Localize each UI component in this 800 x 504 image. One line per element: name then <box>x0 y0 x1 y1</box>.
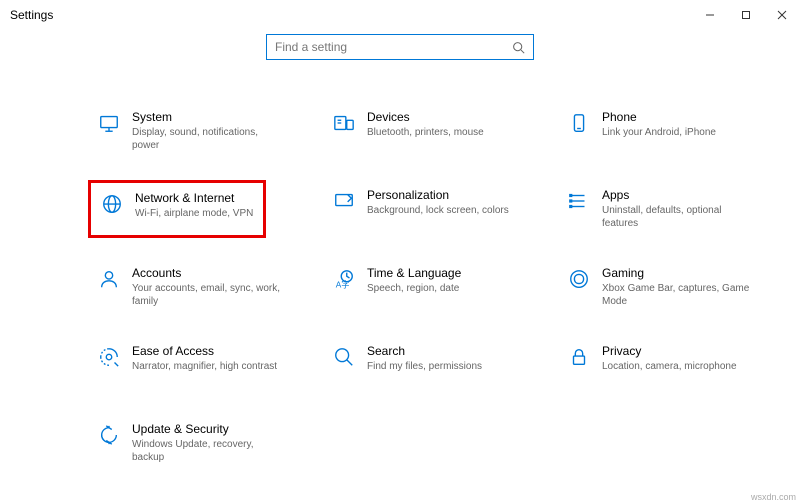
tile-desc: Link your Android, iPhone <box>602 126 716 139</box>
update-security-icon <box>96 422 122 464</box>
tile-desc: Windows Update, recovery, backup <box>132 438 282 464</box>
apps-icon <box>566 188 592 230</box>
tile-desc: Uninstall, defaults, optional features <box>602 204 752 230</box>
tile-system[interactable]: System Display, sound, notifications, po… <box>96 102 331 160</box>
tile-title: Privacy <box>602 344 737 358</box>
tile-desc: Wi-Fi, airplane mode, VPN <box>135 207 253 220</box>
globe-icon <box>99 191 125 227</box>
tile-search[interactable]: Search Find my files, permissions <box>331 336 566 394</box>
tile-title: Personalization <box>367 188 509 202</box>
svg-text:A字: A字 <box>336 279 350 289</box>
close-button[interactable] <box>764 0 800 30</box>
titlebar: Settings <box>0 0 800 30</box>
tile-title: Gaming <box>602 266 752 280</box>
personalization-icon <box>331 188 357 230</box>
devices-icon <box>331 110 357 152</box>
tile-desc: Display, sound, notifications, power <box>132 126 282 152</box>
tile-title: Search <box>367 344 482 358</box>
tile-desc: Speech, region, date <box>367 282 461 295</box>
maximize-button[interactable] <box>728 0 764 30</box>
window-controls <box>692 0 800 30</box>
privacy-icon <box>566 344 592 386</box>
tile-devices[interactable]: Devices Bluetooth, printers, mouse <box>331 102 566 160</box>
tile-desc: Background, lock screen, colors <box>367 204 509 217</box>
tile-desc: Bluetooth, printers, mouse <box>367 126 484 139</box>
phone-icon <box>566 110 592 152</box>
search-box[interactable] <box>266 34 534 60</box>
gaming-icon <box>566 266 592 308</box>
tile-ease[interactable]: Ease of Access Narrator, magnifier, high… <box>96 336 331 394</box>
tile-title: Phone <box>602 110 716 124</box>
tile-network[interactable]: Network & Internet Wi-Fi, airplane mode,… <box>88 180 266 238</box>
search-tile-icon <box>331 344 357 386</box>
tile-title: Apps <box>602 188 752 202</box>
tile-desc: Xbox Game Bar, captures, Game Mode <box>602 282 752 308</box>
tile-gaming[interactable]: Gaming Xbox Game Bar, captures, Game Mod… <box>566 258 800 316</box>
tile-title: Time & Language <box>367 266 461 280</box>
tile-timelang[interactable]: A字 Time & Language Speech, region, date <box>331 258 566 316</box>
window-title: Settings <box>10 8 53 22</box>
tile-title: Network & Internet <box>135 191 253 205</box>
settings-grid: System Display, sound, notifications, po… <box>0 60 800 472</box>
tile-personalization[interactable]: Personalization Background, lock screen,… <box>331 180 566 238</box>
tile-title: Devices <box>367 110 484 124</box>
tile-desc: Find my files, permissions <box>367 360 482 373</box>
tile-title: System <box>132 110 282 124</box>
accounts-icon <box>96 266 122 308</box>
tile-privacy[interactable]: Privacy Location, camera, microphone <box>566 336 800 394</box>
tile-accounts[interactable]: Accounts Your accounts, email, sync, wor… <box>96 258 331 316</box>
search-input[interactable] <box>275 40 525 54</box>
watermark: wsxdn.com <box>751 492 796 502</box>
tile-update[interactable]: Update & Security Windows Update, recove… <box>96 414 331 472</box>
system-icon <box>96 110 122 152</box>
search-row <box>0 34 800 60</box>
search-icon <box>512 41 525 54</box>
tile-title: Update & Security <box>132 422 282 436</box>
tile-desc: Your accounts, email, sync, work, family <box>132 282 282 308</box>
minimize-button[interactable] <box>692 0 728 30</box>
time-language-icon: A字 <box>331 266 357 308</box>
tile-apps[interactable]: Apps Uninstall, defaults, optional featu… <box>566 180 800 238</box>
ease-of-access-icon <box>96 344 122 386</box>
tile-desc: Narrator, magnifier, high contrast <box>132 360 277 373</box>
tile-phone[interactable]: Phone Link your Android, iPhone <box>566 102 800 160</box>
tile-title: Accounts <box>132 266 282 280</box>
tile-title: Ease of Access <box>132 344 277 358</box>
tile-desc: Location, camera, microphone <box>602 360 737 373</box>
